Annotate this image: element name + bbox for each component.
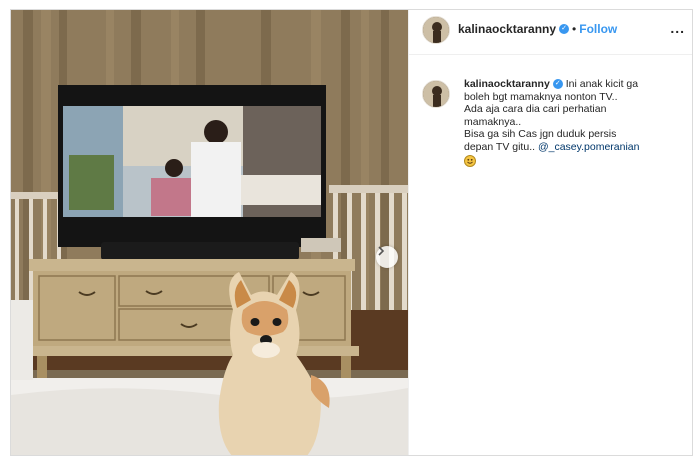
post-photo[interactable] <box>11 10 408 455</box>
header-username[interactable]: kalinaocktaranny <box>458 22 556 36</box>
verified-badge-icon: ✓ <box>552 79 563 90</box>
emoji-face <box>467 158 473 164</box>
chevron-right-icon <box>378 246 385 256</box>
post-header: kalinaocktaranny ✓ • Follow ... <box>409 10 692 55</box>
header-user-line: kalinaocktaranny ✓ • Follow <box>458 20 617 38</box>
post-caption: kalinaocktaranny ✓ Ini anak kicit ga bole… <box>464 78 686 167</box>
post-side-panel: kalinaocktaranny ✓ • Follow ... kalinaockta… <box>408 10 692 455</box>
caption-avatar[interactable] <box>422 80 450 108</box>
caption-text: Ada aja cara dia cari perhatian <box>464 103 607 115</box>
more-options-icon[interactable]: ... <box>670 20 685 36</box>
photo-illustration <box>11 10 408 455</box>
next-photo-button[interactable] <box>376 246 398 268</box>
caption-emoji-line <box>464 153 686 167</box>
caption-line-last: depan TV gitu.. @_casey.pomeranian <box>464 141 686 154</box>
avatar[interactable] <box>422 16 450 44</box>
post-card: kalinaocktaranny ✓ • Follow ... kalinaockta… <box>10 9 693 456</box>
caption-text: boleh bgt mamaknya nonton TV.. <box>464 90 618 103</box>
avatar-image <box>423 17 449 43</box>
caption-username[interactable]: kalinaocktaranny <box>464 78 550 90</box>
avatar-image <box>423 81 449 107</box>
grinning-emoji-icon <box>464 155 476 167</box>
header-separator: • <box>572 22 577 36</box>
verified-badge-icon: ✓ <box>559 23 570 34</box>
caption-text: Bisa ga sih Cas jgn duduk persis <box>464 128 617 140</box>
caption-text: Ini anak kicit ga <box>565 78 639 90</box>
mention-link[interactable]: @_casey.pomeranian <box>538 141 640 153</box>
follow-button[interactable]: Follow <box>579 22 617 36</box>
caption-line-0: kalinaocktaranny ✓ Ini anak kicit ga <box>464 78 686 91</box>
caption-text: depan TV gitu.. <box>464 140 536 153</box>
caption-text: mamaknya.. <box>464 115 522 128</box>
